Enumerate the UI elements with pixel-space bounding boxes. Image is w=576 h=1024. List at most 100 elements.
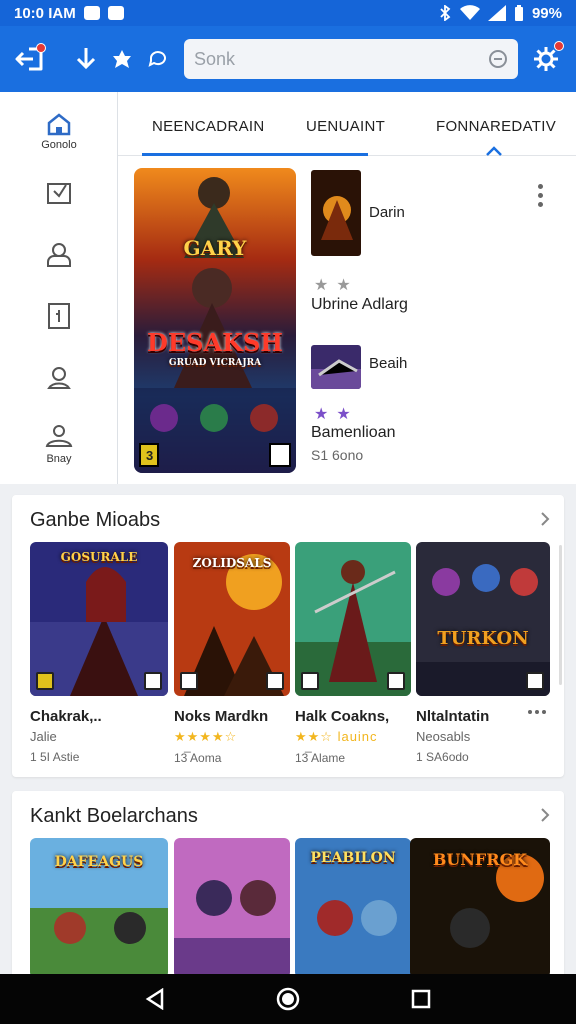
game-card-art-title: ZOLIDSALS (192, 556, 272, 570)
side-game-thumb-1[interactable] (311, 170, 361, 256)
game-card-subtitle: Neosabls (416, 729, 471, 744)
game-card-subtitle: Jalie (30, 729, 57, 744)
search-input[interactable] (194, 48, 488, 70)
tab-bar: NEENCADRAIN UENUAINT FONNAREDATIV (118, 92, 576, 156)
game-card-art: TURKON (416, 542, 550, 696)
search-clear-icon[interactable] (488, 49, 508, 69)
games-button[interactable] (104, 41, 140, 77)
battery-level: 99% (531, 4, 562, 22)
card-more-options[interactable] (528, 710, 546, 714)
sidebar-item-label: Gonolo (41, 139, 77, 151)
game-card-art: DAFEAGUS (30, 838, 168, 978)
game-card-art (174, 838, 290, 978)
publisher-badge (526, 672, 544, 690)
back-triangle-icon[interactable] (144, 988, 166, 1010)
recent-apps-icon[interactable] (410, 988, 432, 1010)
chevron-right-icon[interactable] (540, 511, 550, 527)
game-card-art-title: DAFEAGUS (54, 854, 144, 870)
game-card-art-title: PEABILON (310, 850, 396, 866)
game-card[interactable]: GOSURALE Chakrak,.. Jalie 1 5I Astie (30, 542, 168, 764)
age-rating-badge (301, 672, 319, 690)
section-title: Kankt Boelarchans (30, 805, 198, 827)
section-game-picks: Ganbe Mioabs GOSURALE Chakrak,.. Jalie 1… (12, 495, 564, 777)
sidebar-item-locked[interactable] (0, 302, 118, 330)
game-card-art: GOSURALE (30, 542, 168, 696)
notification-icon (83, 6, 100, 20)
game-card-title: Noks Mardkn (174, 708, 269, 725)
game-card-art-title: GOSURALE (60, 550, 138, 564)
game-card-art-title: BUNFRGK (432, 850, 528, 869)
chevron-right-icon[interactable] (540, 807, 550, 823)
bluetooth-icon (440, 5, 451, 21)
section-title: Ganbe Mioabs (30, 509, 161, 531)
location-icon (47, 367, 71, 389)
tab-recommended[interactable]: NEENCADRAIN (152, 118, 264, 135)
featured-game-artwork (134, 168, 296, 473)
game-card-title: Halk Coakns, (295, 708, 390, 725)
search-bar[interactable] (184, 39, 518, 79)
game-card-meta: 1 SA6odo (416, 750, 469, 764)
active-tab-indicator (142, 153, 368, 156)
side-navigation: Gonolo Bnay (0, 92, 118, 484)
star-icon: ★ (314, 406, 329, 423)
tab-upcoming[interactable]: UENUAINT (306, 118, 385, 135)
chevron-up-icon[interactable] (485, 146, 503, 156)
game-card-rating: ★★★★☆ (174, 729, 238, 744)
game-card-art: BUNFRGK (410, 838, 550, 978)
sidebar-item-profile[interactable] (0, 240, 118, 268)
side-game-2-title[interactable]: Beaih (369, 355, 407, 372)
game-card-art: ZOLIDSALS (174, 542, 290, 696)
game-card-art (295, 542, 411, 696)
battery-icon (514, 5, 523, 21)
app-bar (0, 26, 576, 92)
game-card[interactable]: PEABILON (295, 838, 411, 978)
publisher-badge (266, 672, 284, 690)
more-options-button[interactable] (538, 184, 543, 207)
chat-bubble-icon (148, 51, 166, 67)
star-icon: ★ (336, 277, 351, 294)
sidebar-item-library[interactable] (0, 178, 118, 206)
sidebar-item-location[interactable] (0, 364, 118, 392)
person-icon (47, 243, 71, 267)
settings-badge (554, 41, 564, 51)
game-card[interactable]: ZOLIDSALS Noks Mardkn ★★★★☆ 13̅ Aoma (174, 542, 290, 765)
sidebar-item-label: Bnay (46, 453, 72, 465)
side-game-1-name[interactable]: Ubrine Adlarg (311, 296, 408, 314)
game-card-art-title: TURKON (437, 628, 529, 649)
side-game-2-rating: ★ ★ (314, 404, 351, 424)
game-card[interactable]: Halk Coakns, ★★☆ lauinc 13̅ Alame (295, 542, 411, 765)
game-card-meta: 13̅ Aoma (174, 751, 222, 765)
publisher-badge (387, 672, 405, 690)
sidebar-item-home[interactable]: Gonolo (0, 112, 118, 151)
featured-banner-subtitle: GRUAD VICRAJRA (168, 358, 262, 368)
age-rating-badge (180, 672, 198, 690)
sidebar-item-friends[interactable]: Bnay (0, 424, 118, 465)
status-time: 10:0 IAM (14, 4, 76, 22)
back-button[interactable] (12, 41, 48, 77)
chat-button[interactable] (140, 41, 176, 77)
settings-button[interactable] (528, 41, 564, 77)
game-card[interactable]: DAFEAGUS (30, 838, 168, 978)
side-game-2-name[interactable]: Bamenlioan (311, 424, 396, 442)
game-card-title: Chakrak,.. (30, 708, 102, 725)
side-game-1-rating: ★ ★ (314, 275, 351, 295)
game-card[interactable] (174, 838, 290, 978)
side-game-thumb-2[interactable] (311, 345, 361, 389)
game-card[interactable]: BUNFRGK (410, 838, 550, 978)
side-game-1-title[interactable]: Darin (369, 204, 405, 221)
download-button[interactable] (68, 41, 104, 77)
lock-door-icon (48, 303, 70, 329)
featured-game-banner[interactable]: GARY DESAKSH GRUAD VICRAJRA 3 (134, 168, 296, 473)
star-icon: ★ (314, 277, 329, 294)
home-circle-icon[interactable] (275, 986, 301, 1012)
download-box-icon (47, 183, 71, 204)
people-icon (45, 425, 73, 447)
game-card-meta: 1 5I Astie (30, 750, 80, 764)
system-navigation-bar (0, 974, 576, 1024)
status-bar: 10:0 IAM 99% (0, 0, 576, 26)
horizontal-scrollbar[interactable] (559, 545, 562, 685)
game-card-art: PEABILON (295, 838, 411, 978)
puzzle-icon (113, 50, 131, 68)
game-card[interactable]: TURKON Nltalntatin Neosabls 1 SA6odo (416, 542, 550, 764)
tab-featured[interactable]: FONNAREDATIV (436, 118, 556, 135)
